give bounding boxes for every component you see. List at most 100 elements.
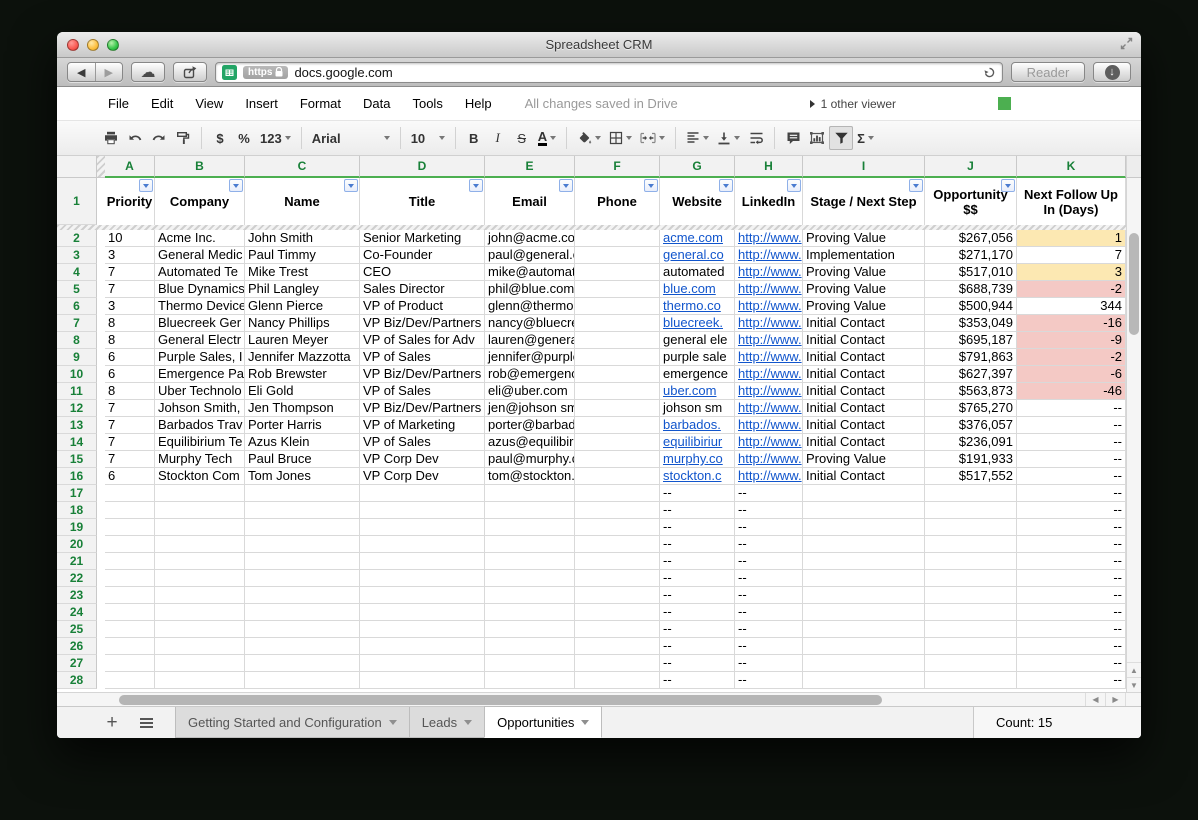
cell-B23[interactable] <box>155 587 245 604</box>
filter-dropdown-C[interactable] <box>344 179 358 192</box>
cell-D27[interactable] <box>360 655 485 672</box>
cell-A24[interactable] <box>105 604 155 621</box>
cell-J23[interactable] <box>925 587 1017 604</box>
cell-I9[interactable]: Initial Contact <box>803 349 925 366</box>
row-header-14[interactable]: 14 <box>57 434 97 451</box>
cell-C17[interactable] <box>245 485 360 502</box>
cell-I8[interactable]: Initial Contact <box>803 332 925 349</box>
cell-A23[interactable] <box>105 587 155 604</box>
cell-I14[interactable]: Initial Contact <box>803 434 925 451</box>
forward-button[interactable]: ▶ <box>96 66 123 79</box>
sheet-tab-leads[interactable]: Leads <box>409 707 485 738</box>
cell-H22[interactable]: -- <box>735 570 803 587</box>
cell-C21[interactable] <box>245 553 360 570</box>
cell-G7[interactable]: bluecreek. <box>660 315 735 332</box>
cell-D2[interactable]: Senior Marketing <box>360 230 485 247</box>
cell-I26[interactable] <box>803 638 925 655</box>
cell-K18[interactable]: -- <box>1017 502 1126 519</box>
cell-B10[interactable]: Emergence Pa <box>155 366 245 383</box>
italic-button[interactable]: I <box>486 126 510 150</box>
cell-K11[interactable]: -46 <box>1017 383 1126 400</box>
cell-E17[interactable] <box>485 485 575 502</box>
row-header-4[interactable]: 4 <box>57 264 97 281</box>
cell-H15[interactable]: http://www. <box>735 451 803 468</box>
linkedin-link[interactable]: http://www. <box>738 400 802 415</box>
field-header-J[interactable]: Opportunity $$ <box>925 178 1017 225</box>
cell-K16[interactable]: -- <box>1017 468 1126 485</box>
cell-E20[interactable] <box>485 536 575 553</box>
cell-J28[interactable] <box>925 672 1017 689</box>
row-header-8[interactable]: 8 <box>57 332 97 349</box>
filter-dropdown-A[interactable] <box>139 179 153 192</box>
cell-C13[interactable]: Porter Harris <box>245 417 360 434</box>
cell-K24[interactable]: -- <box>1017 604 1126 621</box>
menu-format[interactable]: Format <box>289 96 352 111</box>
borders-button[interactable] <box>605 126 636 150</box>
cell-H10[interactable]: http://www. <box>735 366 803 383</box>
cell-D10[interactable]: VP Biz/Dev/Partners <box>360 366 485 383</box>
cell-A14[interactable]: 7 <box>105 434 155 451</box>
cell-H11[interactable]: http://www. <box>735 383 803 400</box>
cell-E2[interactable]: john@acme.com <box>485 230 575 247</box>
row-header-27[interactable]: 27 <box>57 655 97 672</box>
cell-E8[interactable]: lauren@general <box>485 332 575 349</box>
cell-A10[interactable]: 6 <box>105 366 155 383</box>
cell-H19[interactable]: -- <box>735 519 803 536</box>
cell-A16[interactable]: 6 <box>105 468 155 485</box>
website-link[interactable]: general.co <box>663 247 724 262</box>
cell-H9[interactable]: http://www. <box>735 349 803 366</box>
text-wrap-button[interactable] <box>744 126 768 150</box>
website-link[interactable]: barbados. <box>663 417 721 432</box>
cell-D3[interactable]: Co-Founder <box>360 247 485 264</box>
cell-J5[interactable]: $688,739 <box>925 281 1017 298</box>
cell-D19[interactable] <box>360 519 485 536</box>
horizontal-scroll-thumb[interactable] <box>119 695 882 705</box>
cell-H25[interactable]: -- <box>735 621 803 638</box>
cell-J15[interactable]: $191,933 <box>925 451 1017 468</box>
cell-C12[interactable]: Jen Thompson <box>245 400 360 417</box>
cell-G26[interactable]: -- <box>660 638 735 655</box>
cell-A19[interactable] <box>105 519 155 536</box>
filter-dropdown-G[interactable] <box>719 179 733 192</box>
linkedin-link[interactable]: http://www. <box>738 383 802 398</box>
field-header-K[interactable]: Next Follow Up In (Days) <box>1017 178 1126 225</box>
cell-E3[interactable]: paul@general.c <box>485 247 575 264</box>
cell-I12[interactable]: Initial Contact <box>803 400 925 417</box>
scroll-left-arrow[interactable]: ◀ <box>1085 693 1105 707</box>
field-header-A[interactable]: Priority <box>105 178 155 225</box>
cell-B13[interactable]: Barbados Trav <box>155 417 245 434</box>
linkedin-link[interactable]: http://www. <box>738 247 802 262</box>
fullscreen-icon[interactable] <box>1120 37 1133 50</box>
column-header-I[interactable]: I <box>803 156 925 178</box>
cell-C22[interactable] <box>245 570 360 587</box>
linkedin-link[interactable]: http://www. <box>738 451 802 466</box>
cell-J9[interactable]: $791,863 <box>925 349 1017 366</box>
insert-comment-button[interactable] <box>781 126 805 150</box>
field-header-B[interactable]: Company <box>155 178 245 225</box>
cell-G20[interactable]: -- <box>660 536 735 553</box>
linkedin-link[interactable]: http://www. <box>738 230 802 245</box>
cell-J17[interactable] <box>925 485 1017 502</box>
row-header-11[interactable]: 11 <box>57 383 97 400</box>
back-button[interactable]: ◀ <box>68 66 95 79</box>
cell-E13[interactable]: porter@barbad <box>485 417 575 434</box>
cell-D28[interactable] <box>360 672 485 689</box>
website-link[interactable]: murphy.co <box>663 451 723 466</box>
font-size-select[interactable]: 10 <box>407 126 449 150</box>
cell-J11[interactable]: $563,873 <box>925 383 1017 400</box>
cell-E4[interactable]: mike@automat <box>485 264 575 281</box>
cell-A21[interactable] <box>105 553 155 570</box>
cell-B14[interactable]: Equilibirium Te <box>155 434 245 451</box>
cell-B2[interactable]: Acme Inc. <box>155 230 245 247</box>
undo-button[interactable] <box>123 126 147 150</box>
linkedin-link[interactable]: http://www. <box>738 264 802 279</box>
field-header-D[interactable]: Title <box>360 178 485 225</box>
cell-J22[interactable] <box>925 570 1017 587</box>
icloud-tabs-button[interactable]: ☁ <box>131 62 165 82</box>
cell-B22[interactable] <box>155 570 245 587</box>
row-header-13[interactable]: 13 <box>57 417 97 434</box>
cell-E16[interactable]: tom@stockton. <box>485 468 575 485</box>
row-header-19[interactable]: 19 <box>57 519 97 536</box>
cell-E9[interactable]: jennifer@purple <box>485 349 575 366</box>
cell-F25[interactable] <box>575 621 660 638</box>
